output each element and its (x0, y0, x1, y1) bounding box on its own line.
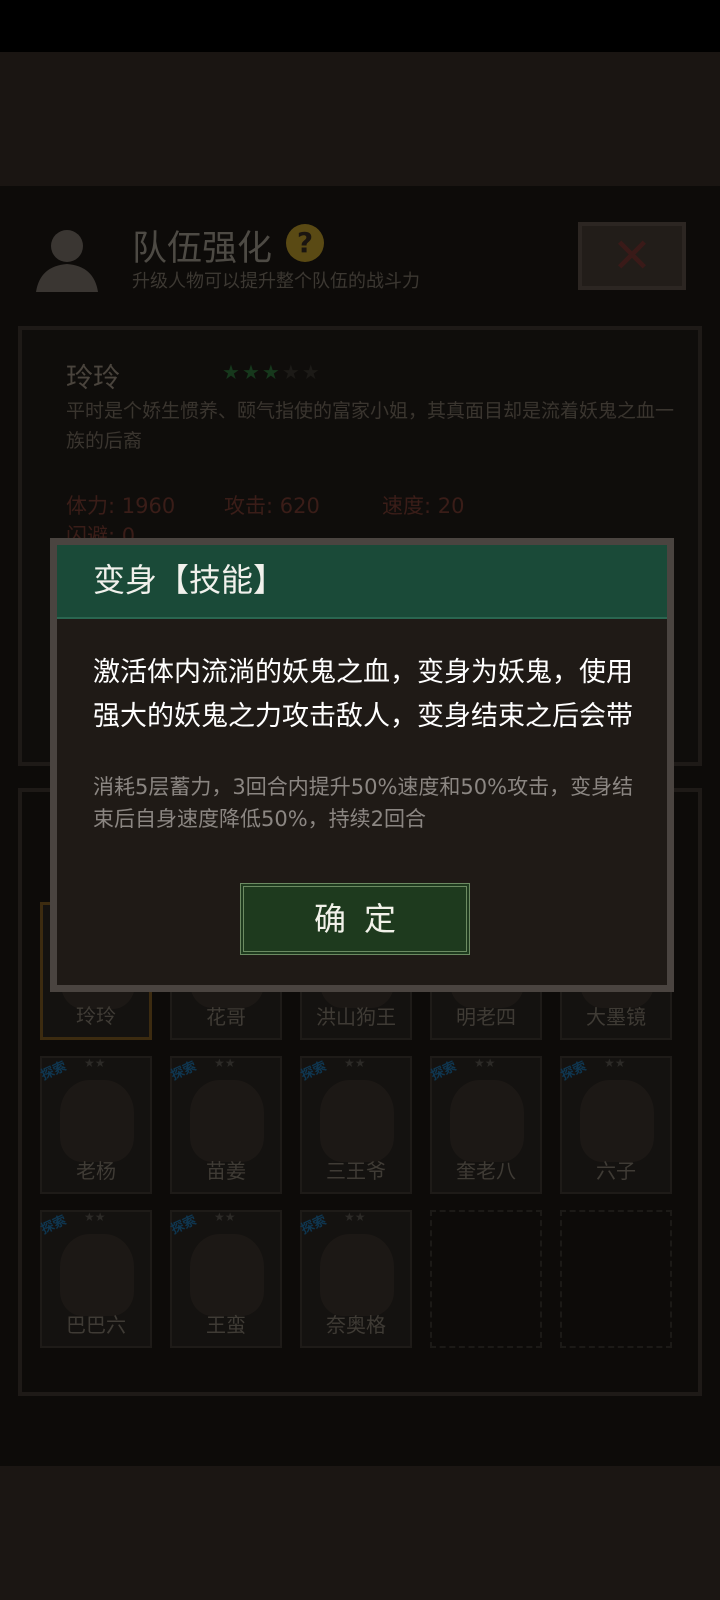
roster-card-name: 大墨镜 (586, 1005, 646, 1029)
roster-card[interactable]: 探索 ★★ 六子 (558, 1056, 672, 1194)
explore-tag: 探索 (298, 1213, 329, 1238)
roster-card[interactable]: 探索 ★★ 王蛮 (168, 1210, 282, 1348)
portrait (190, 1234, 264, 1316)
status-bar (0, 0, 720, 52)
confirm-button[interactable]: 确定 (240, 883, 470, 955)
skill-effect-detail: 消耗5层蓄力，3回合内提升50%速度和50%攻击，变身结束后自身速度降低50%，… (93, 775, 634, 831)
star-empty-icon: ★ (301, 360, 322, 384)
mini-star-icons: ★★ (344, 1210, 366, 1224)
avatar-icon (36, 230, 98, 292)
roster-card[interactable]: 探索 ★★ 奈奥格 (298, 1210, 412, 1348)
roster-card-name: 明老四 (456, 1005, 516, 1029)
character-name: 玲玲 (66, 363, 120, 394)
portrait (60, 1234, 134, 1316)
explore-tag: 探索 (38, 1213, 69, 1238)
help-icon[interactable]: ? (286, 224, 324, 262)
skill-description: 激活体内流淌的妖鬼之血，变身为妖鬼，使用强大的妖鬼之力攻击敌人，变身结束之后会带 (93, 657, 633, 732)
empty-roster-slot (560, 1210, 672, 1348)
mini-star-icons: ★★ (604, 1056, 626, 1070)
roster-card-name: 花哥 (206, 1005, 246, 1029)
mini-star-icons: ★★ (344, 1056, 366, 1070)
roster-card[interactable]: 探索 ★★ 奎老八 (428, 1056, 542, 1194)
roster-card-name: 六子 (596, 1159, 636, 1183)
roster-card-name: 老杨 (76, 1159, 116, 1183)
explore-tag: 探索 (38, 1059, 69, 1084)
roster-card-name: 洪山狗王 (316, 1005, 396, 1029)
portrait (190, 1080, 264, 1162)
close-button[interactable]: ✕ (578, 222, 686, 290)
mini-star-icons: ★★ (474, 1056, 496, 1070)
portrait (580, 1080, 654, 1162)
explore-tag: 探索 (558, 1059, 589, 1084)
star-icon: ★ (261, 360, 282, 384)
roster-card-name: 王蛮 (206, 1313, 246, 1337)
explore-tag: 探索 (298, 1059, 329, 1084)
roster-card-name: 玲玲 (76, 1004, 116, 1028)
roster-card-name: 奈奥格 (326, 1313, 386, 1337)
stat-attack: 攻击: 620 (224, 494, 320, 518)
stat-hp: 体力: 1960 (66, 494, 176, 518)
star-icon: ★ (241, 360, 262, 384)
mini-star-icons: ★★ (214, 1056, 236, 1070)
roster-card[interactable]: 探索 ★★ 苗姜 (168, 1056, 282, 1194)
roster-card-name: 巴巴六 (66, 1313, 126, 1337)
explore-tag: 探索 (168, 1213, 199, 1238)
mini-star-icons: ★★ (84, 1210, 106, 1224)
character-description: 平时是个娇生惯养、颐气指使的富家小姐，其真面目却是流着妖鬼之血一族的后裔 (66, 400, 675, 452)
skill-dialog-header: 变身【技能】 (57, 545, 667, 619)
roster-card-name: 三王爷 (326, 1159, 386, 1183)
portrait (60, 1080, 134, 1162)
page-title: 队伍强化 (132, 229, 273, 269)
roster-card-name: 苗姜 (206, 1159, 246, 1183)
page-subtitle: 升级人物可以提升整个队伍的战斗力 (132, 271, 420, 292)
star-empty-icon: ★ (281, 360, 302, 384)
star-icon: ★ (222, 360, 242, 384)
stat-speed: 速度: 20 (382, 494, 465, 518)
close-icon: ✕ (611, 228, 653, 284)
mini-star-icons: ★★ (84, 1056, 106, 1070)
skill-dialog-title: 变身【技能】 (93, 561, 286, 599)
explore-tag: 探索 (428, 1059, 459, 1084)
navigation-bar (0, 1466, 720, 1600)
mini-star-icons: ★★ (214, 1210, 236, 1224)
roster-card[interactable]: 探索 ★★ 老杨 (38, 1056, 152, 1194)
roster-card[interactable]: 探索 ★★ 三王爷 (298, 1056, 412, 1194)
explore-tag: 探索 (168, 1059, 199, 1084)
portrait (320, 1234, 394, 1316)
portrait (450, 1080, 524, 1162)
skill-dialog: 变身【技能】 激活体内流淌的妖鬼之血，变身为妖鬼，使用强大的妖鬼之力攻击敌人，变… (50, 538, 674, 992)
empty-roster-slot (430, 1210, 542, 1348)
portrait (320, 1080, 394, 1162)
character-star-rating: ★★★★★ (222, 360, 322, 384)
roster-card-name: 奎老八 (456, 1159, 516, 1183)
roster-card[interactable]: 探索 ★★ 巴巴六 (38, 1210, 152, 1348)
